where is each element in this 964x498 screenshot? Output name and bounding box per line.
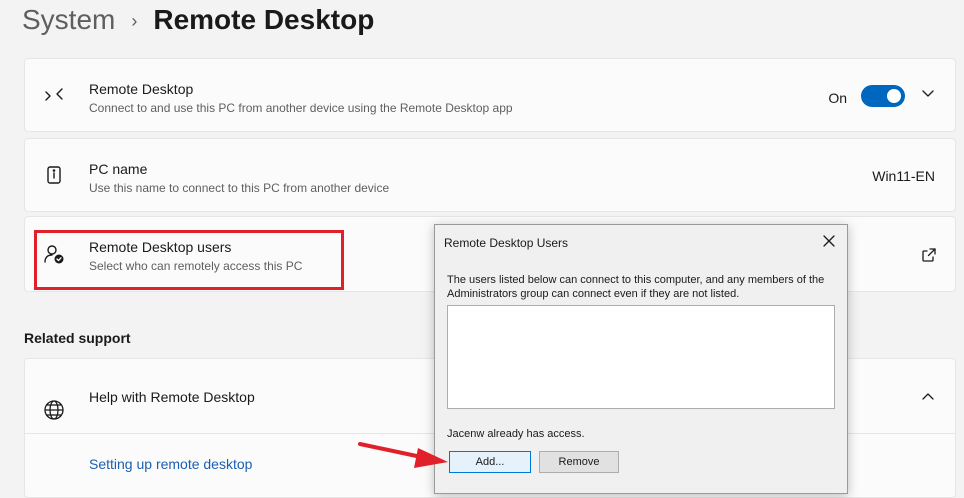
pc-info-icon — [41, 162, 67, 188]
help-title[interactable]: Help with Remote Desktop — [89, 389, 255, 405]
setting-up-remote-desktop-link[interactable]: Setting up remote desktop — [89, 456, 252, 472]
pc-name-card: PC name Use this name to connect to this… — [24, 138, 956, 212]
remote-desktop-toggle[interactable] — [861, 85, 905, 107]
globe-icon — [41, 397, 67, 423]
close-icon[interactable] — [821, 233, 837, 249]
remote-desktop-users-dialog: Remote Desktop Users The users listed be… — [434, 224, 848, 494]
breadcrumb-separator: › — [131, 10, 138, 31]
remote-desktop-icon — [41, 82, 67, 108]
breadcrumb-system-link[interactable]: System — [22, 4, 115, 36]
dialog-info-text: The users listed below can connect to th… — [447, 274, 825, 300]
remote-desktop-setting-card[interactable]: Remote Desktop Connect to and use this P… — [24, 58, 956, 132]
page-title: Remote Desktop — [153, 4, 375, 35]
toggle-state-label: On — [828, 90, 847, 106]
toggle-knob — [887, 89, 901, 103]
chevron-down-icon[interactable] — [921, 86, 935, 100]
add-button[interactable]: Add... — [449, 451, 531, 473]
users-listbox[interactable] — [447, 305, 835, 409]
pc-name-description: Use this name to connect to this PC from… — [89, 181, 390, 195]
external-link-icon[interactable] — [921, 247, 937, 263]
remote-desktop-description: Connect to and use this PC from another … — [89, 101, 513, 115]
chevron-up-icon[interactable] — [921, 390, 935, 404]
pc-name-title: PC name — [89, 161, 148, 177]
remote-desktop-title: Remote Desktop — [89, 81, 194, 97]
pc-name-value: Win11-EN — [872, 168, 935, 184]
dialog-title: Remote Desktop Users — [444, 236, 569, 250]
access-status-text: Jacenw already has access. — [447, 428, 585, 440]
related-support-heading: Related support — [24, 330, 131, 346]
remove-button[interactable]: Remove — [539, 451, 619, 473]
red-arrow-annotation — [358, 442, 448, 468]
breadcrumb: System › Remote Desktop — [22, 0, 374, 40]
highlight-box — [34, 230, 344, 290]
